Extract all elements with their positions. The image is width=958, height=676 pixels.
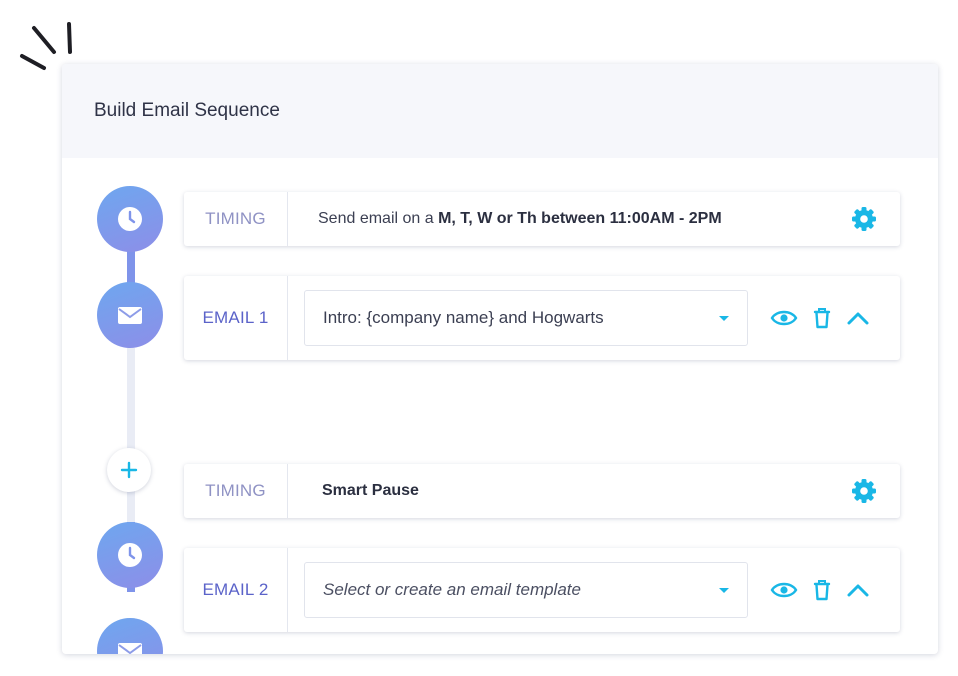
email-template-placeholder: Select or create an email template bbox=[323, 580, 581, 599]
timing-text-prefix: Send email on a bbox=[318, 210, 439, 227]
trash-icon[interactable] bbox=[812, 578, 832, 602]
envelope-icon bbox=[118, 643, 142, 654]
email-sequence-panel: Build Email Sequence TIMING Send email o… bbox=[62, 64, 938, 654]
trash-icon[interactable] bbox=[812, 306, 832, 330]
envelope-icon bbox=[118, 307, 142, 324]
step-label: TIMING bbox=[184, 464, 288, 518]
email-step-actions bbox=[770, 578, 870, 602]
timing-node bbox=[97, 522, 163, 588]
sequence-timeline: TIMING Send email on a M, T, W or Th bet… bbox=[62, 158, 938, 654]
timing-description: Smart Pause bbox=[322, 482, 419, 499]
email-step-card: EMAIL 2 Select or create an email templa… bbox=[184, 548, 900, 632]
gear-icon[interactable] bbox=[850, 477, 878, 505]
eye-icon[interactable] bbox=[770, 580, 798, 600]
timing-node bbox=[97, 186, 163, 252]
step-label: EMAIL 2 bbox=[184, 548, 288, 632]
email-node bbox=[97, 282, 163, 348]
timing-step-card: TIMING Send email on a M, T, W or Th bet… bbox=[184, 192, 900, 246]
chevron-up-icon[interactable] bbox=[846, 310, 870, 326]
add-step-button[interactable] bbox=[107, 448, 151, 492]
caret-down-icon bbox=[719, 316, 729, 321]
clock-icon bbox=[118, 543, 142, 567]
timing-text-schedule: M, T, W or Th between 11:00AM - 2PM bbox=[438, 210, 722, 227]
chevron-up-icon[interactable] bbox=[846, 582, 870, 598]
gear-icon[interactable] bbox=[850, 205, 878, 233]
panel-title: Build Email Sequence bbox=[94, 100, 280, 121]
email-step-actions bbox=[770, 306, 870, 330]
email-step-card: EMAIL 1 Intro: {company name} and Hogwar… bbox=[184, 276, 900, 360]
step-label: EMAIL 1 bbox=[184, 276, 288, 360]
plus-icon bbox=[120, 461, 138, 479]
email-node bbox=[97, 618, 163, 654]
timing-description: Send email on a M, T, W or Th between 11… bbox=[288, 210, 850, 228]
panel-header: Build Email Sequence bbox=[62, 64, 938, 158]
clock-icon bbox=[118, 207, 142, 231]
email-template-select[interactable]: Select or create an email template bbox=[304, 562, 748, 618]
step-label: TIMING bbox=[184, 192, 288, 246]
email-template-select[interactable]: Intro: {company name} and Hogwarts bbox=[304, 290, 748, 346]
caret-down-icon bbox=[719, 588, 729, 593]
email-template-value: Intro: {company name} and Hogwarts bbox=[323, 308, 604, 327]
eye-icon[interactable] bbox=[770, 308, 798, 328]
timing-step-card: TIMING Smart Pause bbox=[184, 464, 900, 518]
